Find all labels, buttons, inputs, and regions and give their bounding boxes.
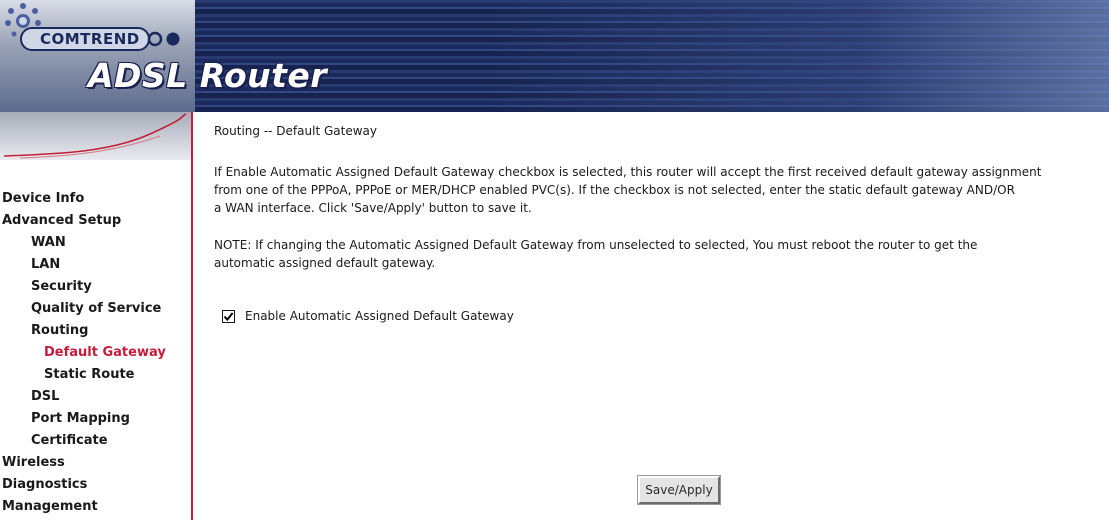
sidebar-item-diagnostics[interactable]: Diagnostics (0, 474, 191, 496)
note-line: NOTE: If changing the Automatic Assigned… (214, 238, 978, 252)
product-title: ADSL Router (88, 56, 328, 95)
sidebar-item-management[interactable]: Management (0, 496, 191, 518)
page-title: Routing -- Default Gateway (214, 124, 377, 138)
auto-gateway-row: Enable Automatic Assigned Default Gatewa… (222, 307, 514, 325)
banner-gradient (489, 0, 1109, 112)
brand-dots-icon (147, 31, 180, 47)
save-apply-button[interactable]: Save/Apply (637, 475, 721, 505)
main-content: Routing -- Default Gateway If Enable Aut… (195, 112, 1109, 520)
sidebar: Device Info Advanced Setup WAN LAN Secur… (0, 112, 193, 520)
sidebar-nav: Device Info Advanced Setup WAN LAN Secur… (0, 188, 191, 518)
sidebar-item-routing[interactable]: Routing (0, 320, 191, 342)
sidebar-item-lan[interactable]: LAN (0, 254, 191, 276)
description-line: a WAN interface. Click 'Save/Apply' butt… (214, 201, 532, 215)
description-text: If Enable Automatic Assigned Default Gat… (214, 163, 1104, 217)
sidebar-item-quality-of-service[interactable]: Quality of Service (0, 298, 191, 320)
auto-gateway-checkbox[interactable] (222, 309, 235, 323)
brand-logo-text: COMTREND (20, 27, 150, 51)
sidebar-item-device-info[interactable]: Device Info (0, 188, 191, 210)
sidebar-item-port-mapping[interactable]: Port Mapping (0, 408, 191, 430)
sidebar-item-static-route[interactable]: Static Route (0, 364, 191, 386)
sidebar-item-wireless[interactable]: Wireless (0, 452, 191, 474)
sidebar-item-wan[interactable]: WAN (0, 232, 191, 254)
sidebar-item-default-gateway[interactable]: Default Gateway (0, 342, 191, 364)
sidebar-item-dsl[interactable]: DSL (0, 386, 191, 408)
description-line: from one of the PPPoA, PPPoE or MER/DHCP… (214, 183, 1015, 197)
description-line: If Enable Automatic Assigned Default Gat… (214, 165, 1042, 179)
sidebar-item-security[interactable]: Security (0, 276, 191, 298)
auto-gateway-label: Enable Automatic Assigned Default Gatewa… (245, 309, 514, 323)
red-swoosh-icon (3, 113, 187, 159)
note-line: automatic assigned default gateway. (214, 256, 436, 270)
checkmark-icon (223, 311, 234, 321)
header-banner: COMTREND ADSL Router (0, 0, 1109, 112)
sidebar-item-certificate[interactable]: Certificate (0, 430, 191, 452)
sidebar-item-advanced-setup[interactable]: Advanced Setup (0, 210, 191, 232)
note-text: NOTE: If changing the Automatic Assigned… (214, 236, 1104, 272)
